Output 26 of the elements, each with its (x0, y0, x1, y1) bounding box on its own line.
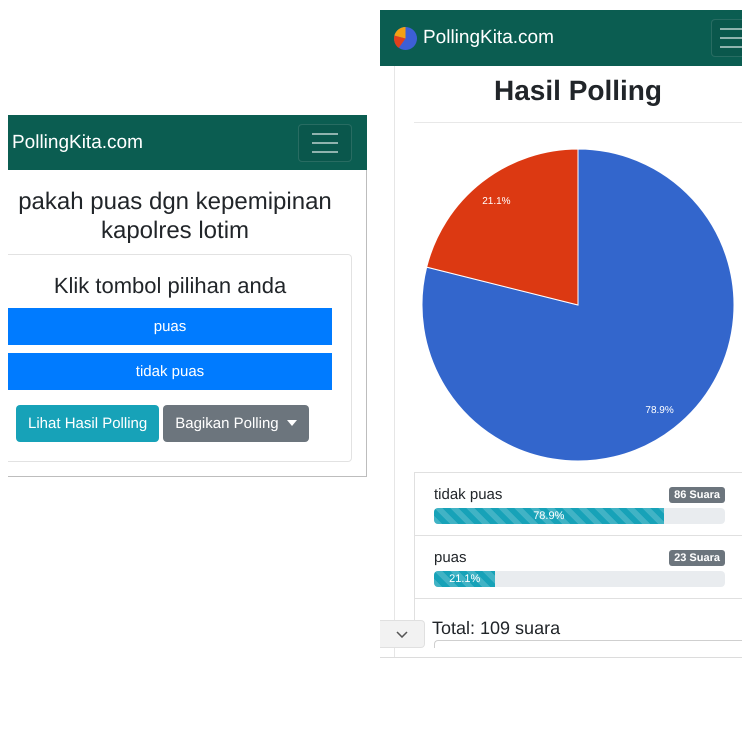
card-heading: Klik tombol pilihan anda (52, 272, 288, 299)
brand-link[interactable]: PollingKita.com (12, 132, 143, 154)
poll-question: pakah puas dgn kepemipinan kapolres lotim (17, 188, 333, 246)
menu-button[interactable] (298, 124, 352, 162)
brand-link[interactable]: PollingKita.com (423, 27, 554, 49)
option-button[interactable]: puas (8, 308, 332, 345)
pie-chart-icon (394, 26, 417, 50)
menu-button[interactable] (711, 19, 742, 57)
total-votes: Total: 109 suara (432, 617, 562, 639)
menu-icon (312, 132, 338, 152)
chevron-down-icon (396, 630, 408, 638)
slice-label: 78.9% (645, 405, 674, 416)
vote-count: 86 Suara (669, 487, 725, 503)
share-dropdown-button[interactable]: Bagikan Polling (163, 404, 309, 442)
progress-fill: 21.1% (434, 571, 496, 587)
caret-icon (286, 420, 297, 426)
option-label: tidak puas (434, 485, 502, 505)
option-button[interactable]: tidak puas (8, 352, 332, 390)
results-title: Hasil Polling (492, 74, 664, 108)
slice-label: 21.1% (482, 196, 511, 207)
progress-fill: 78.9% (434, 508, 664, 524)
vote-count: 23 Suara (669, 550, 725, 566)
results-button[interactable]: Lihat Hasil Polling (16, 404, 160, 442)
option-label: puas (434, 548, 467, 568)
menu-icon (720, 28, 742, 48)
scroll-down-button[interactable] (380, 620, 425, 648)
